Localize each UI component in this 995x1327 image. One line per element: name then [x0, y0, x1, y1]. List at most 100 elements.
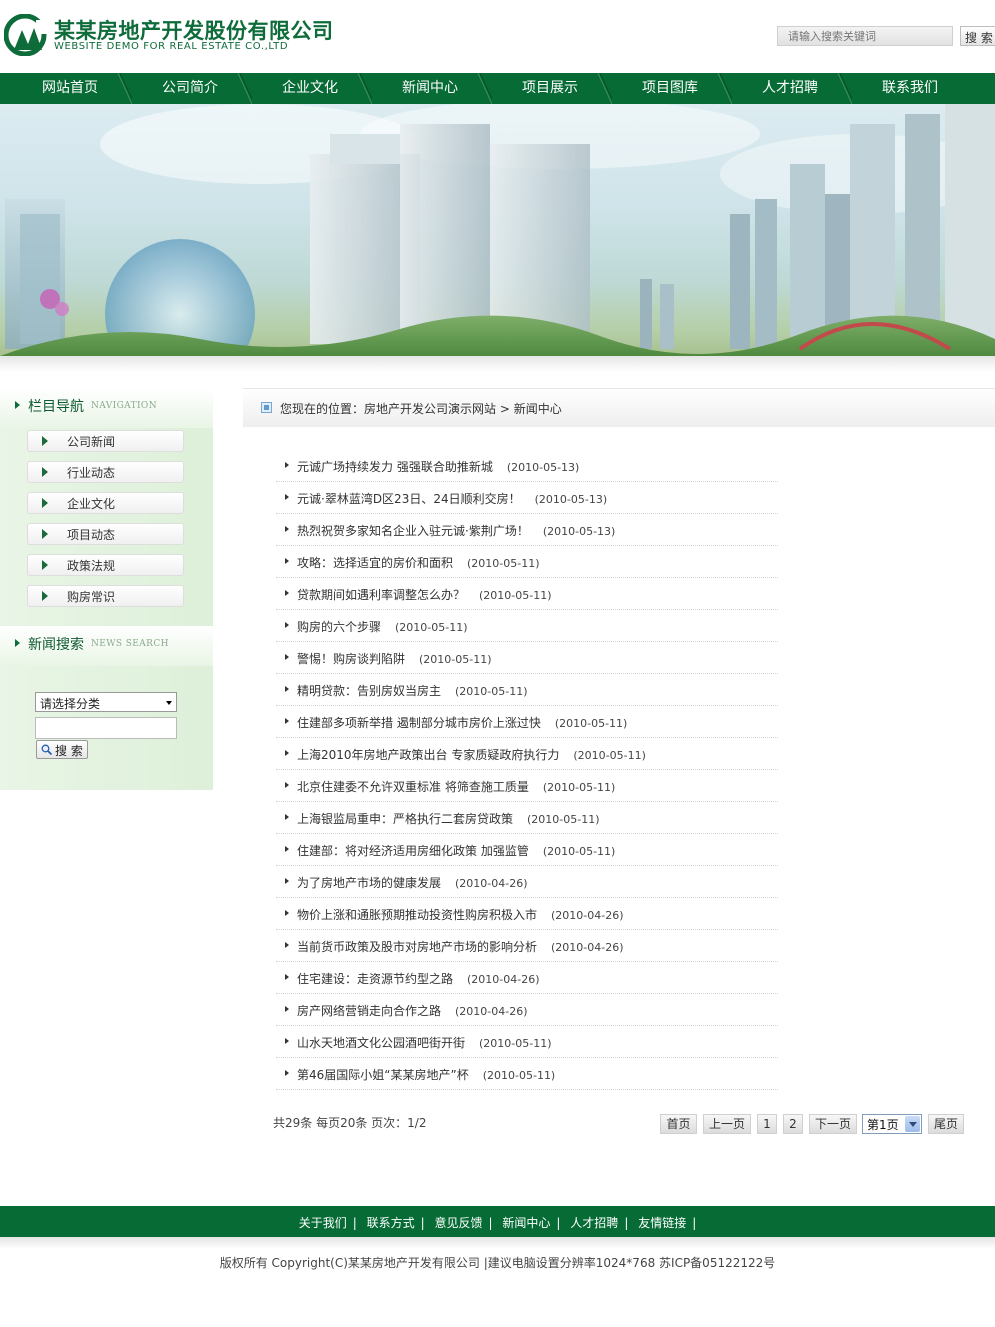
- news-title-link[interactable]: 北京住建委不允许双重标准 将筛查施工质量 (2010-05-11): [297, 778, 615, 795]
- news-item[interactable]: 住建部多项新举措 遏制部分城市房价上涨过快 (2010-05-11): [276, 706, 778, 738]
- news-title-link[interactable]: 住建部：将对经济适用房细化政策 加强监管 (2010-05-11): [297, 842, 615, 859]
- news-item[interactable]: 热烈祝贺多家知名企业入驻元诚·紫荆广场！ (2010-05-13): [276, 514, 778, 546]
- news-title-link[interactable]: 住宅建设：走资源节约型之路 (2010-04-26): [297, 970, 540, 987]
- footer-link-news[interactable]: 新闻中心: [502, 1216, 550, 1230]
- keyword-input[interactable]: [36, 718, 176, 738]
- news-item[interactable]: 当前货币政策及股市对房地产市场的影响分析 (2010-04-26): [276, 930, 778, 962]
- news-item[interactable]: 山水天地酒文化公园酒吧街开街 (2010-05-11): [276, 1026, 778, 1058]
- news-title[interactable]: 精明贷款：告别房奴当房主: [297, 684, 441, 698]
- news-title-link[interactable]: 山水天地酒文化公园酒吧街开街 (2010-05-11): [297, 1034, 552, 1051]
- page-jump-select[interactable]: 第1页: [862, 1114, 922, 1134]
- sidebar-search-button[interactable]: 搜 索: [36, 740, 88, 759]
- news-title-link[interactable]: 上海银监局重申：严格执行二套房贷政策 (2010-05-11): [297, 810, 600, 827]
- footer-separator: |: [420, 1216, 425, 1230]
- sidebar-item-company-news[interactable]: 公司新闻: [27, 430, 184, 452]
- pagination-page-1[interactable]: 1: [757, 1114, 777, 1134]
- news-title[interactable]: 元诚·翠林蓝湾D区23日、24日顺利交房！: [297, 492, 521, 506]
- news-item[interactable]: 元诚·翠林蓝湾D区23日、24日顺利交房！ (2010-05-13): [276, 482, 778, 514]
- news-title-link[interactable]: 物价上涨和通胀预期推动投资性购房积极入市 (2010-04-26): [297, 906, 624, 923]
- news-item[interactable]: 为了房地产市场的健康发展 (2010-04-26): [276, 866, 778, 898]
- news-title[interactable]: 为了房地产市场的健康发展: [297, 876, 441, 890]
- news-title-link[interactable]: 热烈祝贺多家知名企业入驻元诚·紫荆广场！ (2010-05-13): [297, 522, 615, 539]
- category-select[interactable]: 请选择分类: [35, 692, 177, 712]
- pagination-first-button[interactable]: 首页: [660, 1114, 697, 1134]
- news-title[interactable]: 元诚广场持续发力 强强联合助推新城: [297, 460, 493, 474]
- breadcrumb-site-link[interactable]: 房地产开发公司演示网站: [364, 402, 496, 416]
- footer-separator: |: [692, 1216, 697, 1230]
- nav-jobs[interactable]: 人才招聘: [730, 73, 850, 104]
- news-title-link[interactable]: 为了房地产市场的健康发展 (2010-04-26): [297, 874, 528, 891]
- news-title-link[interactable]: 元诚广场持续发力 强强联合助推新城 (2010-05-13): [297, 458, 579, 475]
- footer-link-jobs[interactable]: 人才招聘: [570, 1216, 618, 1230]
- news-item[interactable]: 警惕！购房谈判陷阱 (2010-05-11): [276, 642, 778, 674]
- pagination-last-button[interactable]: 尾页: [928, 1114, 964, 1134]
- news-item[interactable]: 元诚广场持续发力 强强联合助推新城 (2010-05-13): [276, 450, 778, 482]
- nav-contact[interactable]: 联系我们: [850, 73, 970, 104]
- news-title[interactable]: 上海2010年房地产政策出台 专家质疑政府执行力: [297, 748, 559, 762]
- news-date: (2010-05-11): [479, 589, 552, 602]
- nav-news[interactable]: 新闻中心: [370, 73, 490, 104]
- news-title[interactable]: 物价上涨和通胀预期推动投资性购房积极入市: [297, 908, 537, 922]
- news-title-link[interactable]: 贷款期间如遇利率调整怎么办？ (2010-05-11): [297, 586, 552, 603]
- news-item[interactable]: 攻略：选择适宜的房价和面积 (2010-05-11): [276, 546, 778, 578]
- sidebar-item-policy[interactable]: 政策法规: [27, 554, 184, 576]
- nav-culture[interactable]: 企业文化: [250, 73, 370, 104]
- news-title[interactable]: 住建部：将对经济适用房细化政策 加强监管: [297, 844, 529, 858]
- nav-home[interactable]: 网站首页: [10, 73, 130, 104]
- sidebar-item-culture[interactable]: 企业文化: [27, 492, 184, 514]
- news-title[interactable]: 热烈祝贺多家知名企业入驻元诚·紫荆广场！: [297, 524, 529, 538]
- logo[interactable]: 某某房地产开发股份有限公司 WEBSITE DEMO FOR REAL ESTA…: [4, 14, 333, 58]
- news-title[interactable]: 北京住建委不允许双重标准 将筛查施工质量: [297, 780, 529, 794]
- footer-link-about[interactable]: 关于我们: [299, 1216, 347, 1230]
- news-title-link[interactable]: 攻略：选择适宜的房价和面积 (2010-05-11): [297, 554, 540, 571]
- news-item[interactable]: 上海银监局重申：严格执行二套房贷政策 (2010-05-11): [276, 802, 778, 834]
- footer-link-contact[interactable]: 联系方式: [367, 1216, 415, 1230]
- news-title-link[interactable]: 警惕！购房谈判陷阱 (2010-05-11): [297, 650, 492, 667]
- news-title-link[interactable]: 第46届国际小姐“某某房地产”杯 (2010-05-11): [297, 1066, 555, 1083]
- news-title[interactable]: 房产网络营销走向合作之路: [297, 1004, 441, 1018]
- news-title[interactable]: 当前货币政策及股市对房地产市场的影响分析: [297, 940, 537, 954]
- pagination-page-2[interactable]: 2: [783, 1114, 803, 1134]
- news-title-link[interactable]: 购房的六个步骤 (2010-05-11): [297, 618, 468, 635]
- news-item[interactable]: 住宅建设：走资源节约型之路 (2010-04-26): [276, 962, 778, 994]
- pagination-next-button[interactable]: 下一页: [809, 1114, 857, 1134]
- news-title[interactable]: 贷款期间如遇利率调整怎么办？: [297, 588, 465, 602]
- footer-link-friends[interactable]: 友情链接: [638, 1216, 686, 1230]
- news-item[interactable]: 上海2010年房地产政策出台 专家质疑政府执行力 (2010-05-11): [276, 738, 778, 770]
- header-search-box[interactable]: [777, 26, 953, 46]
- news-item[interactable]: 房产网络营销走向合作之路 (2010-04-26): [276, 994, 778, 1026]
- news-title-link[interactable]: 房产网络营销走向合作之路 (2010-04-26): [297, 1002, 528, 1019]
- news-title[interactable]: 住建部多项新举措 遏制部分城市房价上涨过快: [297, 716, 541, 730]
- sidebar-item-industry[interactable]: 行业动态: [27, 461, 184, 483]
- news-title-link[interactable]: 精明贷款：告别房奴当房主 (2010-05-11): [297, 682, 528, 699]
- news-item[interactable]: 北京住建委不允许双重标准 将筛查施工质量 (2010-05-11): [276, 770, 778, 802]
- nav-projects[interactable]: 项目展示: [490, 73, 610, 104]
- nav-about[interactable]: 公司简介: [130, 73, 250, 104]
- news-item[interactable]: 贷款期间如遇利率调整怎么办？ (2010-05-11): [276, 578, 778, 610]
- keyword-field[interactable]: [35, 717, 177, 739]
- news-item[interactable]: 第46届国际小姐“某某房地产”杯 (2010-05-11): [276, 1058, 778, 1090]
- news-title[interactable]: 第46届国际小姐“某某房地产”杯: [297, 1068, 469, 1082]
- news-item[interactable]: 精明贷款：告别房奴当房主 (2010-05-11): [276, 674, 778, 706]
- news-title[interactable]: 住宅建设：走资源节约型之路: [297, 972, 453, 986]
- nav-gallery[interactable]: 项目图库: [610, 73, 730, 104]
- sidebar-item-buying-tips[interactable]: 购房常识: [27, 585, 184, 607]
- news-item[interactable]: 物价上涨和通胀预期推动投资性购房积极入市 (2010-04-26): [276, 898, 778, 930]
- footer-shadow: [0, 1237, 995, 1249]
- news-title[interactable]: 上海银监局重申：严格执行二套房贷政策: [297, 812, 513, 826]
- news-title[interactable]: 警惕！购房谈判陷阱: [297, 652, 405, 666]
- sidebar-item-project-news[interactable]: 项目动态: [27, 523, 184, 545]
- news-title[interactable]: 攻略：选择适宜的房价和面积: [297, 556, 453, 570]
- header-search-button[interactable]: 搜 索: [960, 26, 995, 46]
- news-title-link[interactable]: 元诚·翠林蓝湾D区23日、24日顺利交房！ (2010-05-13): [297, 490, 607, 507]
- news-title-link[interactable]: 当前货币政策及股市对房地产市场的影响分析 (2010-04-26): [297, 938, 624, 955]
- news-title[interactable]: 购房的六个步骤: [297, 620, 381, 634]
- news-item[interactable]: 购房的六个步骤 (2010-05-11): [276, 610, 778, 642]
- news-item[interactable]: 住建部：将对经济适用房细化政策 加强监管 (2010-05-11): [276, 834, 778, 866]
- news-title[interactable]: 山水天地酒文化公园酒吧街开街: [297, 1036, 465, 1050]
- news-title-link[interactable]: 上海2010年房地产政策出台 专家质疑政府执行力 (2010-05-11): [297, 746, 646, 763]
- pagination-prev-button[interactable]: 上一页: [703, 1114, 751, 1134]
- news-title-link[interactable]: 住建部多项新举措 遏制部分城市房价上涨过快 (2010-05-11): [297, 714, 627, 731]
- footer-link-feedback[interactable]: 意见反馈: [435, 1216, 483, 1230]
- header-search-input[interactable]: [778, 27, 952, 45]
